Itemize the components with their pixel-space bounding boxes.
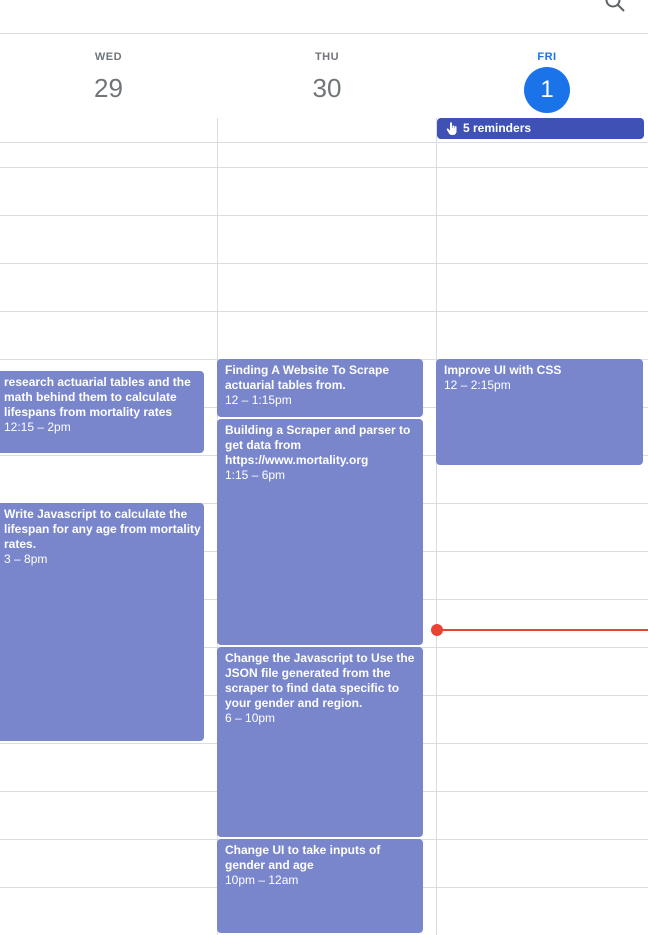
event-title: Finding A Website To Scrape actuarial ta…	[225, 363, 390, 392]
hour-gridline	[0, 215, 648, 216]
column-divider	[436, 118, 437, 935]
event-time: 3 – 8pm	[4, 552, 48, 566]
event-title: Building a Scraper and parser to get dat…	[225, 423, 411, 467]
current-time-line	[437, 629, 648, 631]
day-of-week: WED	[94, 51, 123, 63]
event-wed-write-javascript[interactable]: Write Javascript to calculate the lifesp…	[0, 503, 204, 741]
current-time-dot	[431, 624, 443, 636]
day-of-week-today: FRI	[537, 51, 557, 63]
event-thu-change-ui[interactable]: Change UI to take inputs of gender and a…	[217, 839, 423, 933]
hour-gridline	[0, 167, 648, 168]
all-day-divider	[0, 142, 648, 143]
event-wed-research[interactable]: research actuarial tables and the math b…	[0, 371, 204, 453]
event-time: 12 – 1:15pm	[225, 393, 292, 407]
day-number[interactable]: 30	[218, 73, 436, 104]
day-number-today[interactable]: 1	[524, 67, 570, 113]
day-of-week: THU	[314, 51, 340, 63]
event-title: Improve UI with CSS	[444, 363, 562, 377]
day-header-thu[interactable]: THU 30	[218, 33, 436, 143]
event-title: Change the Javascript to Use the JSON fi…	[225, 651, 415, 710]
day-header-wed[interactable]: WED 29	[0, 33, 217, 143]
hour-gridline	[0, 263, 648, 264]
event-time: 10pm – 12am	[225, 873, 299, 887]
event-title: research actuarial tables and the math b…	[4, 375, 191, 419]
event-time: 12:15 – 2pm	[4, 420, 71, 434]
event-thu-building-scraper[interactable]: Building a Scraper and parser to get dat…	[217, 419, 423, 645]
event-title: Change UI to take inputs of gender and a…	[225, 843, 381, 872]
event-fri-improve-ui[interactable]: Improve UI with CSS 12 – 2:15pm	[436, 359, 643, 465]
event-time: 12 – 2:15pm	[444, 378, 511, 392]
event-thu-change-javascript[interactable]: Change the Javascript to Use the JSON fi…	[217, 647, 423, 837]
top-bar	[0, 0, 648, 34]
day-number[interactable]: 29	[0, 73, 217, 104]
reminders-chip[interactable]: 5 reminders	[437, 118, 644, 139]
search-icon[interactable]	[604, 0, 626, 13]
event-time: 6 – 10pm	[225, 711, 276, 725]
reminders-label: 5 reminders	[463, 121, 532, 135]
hour-gridline	[0, 311, 648, 312]
event-title: Write Javascript to calculate the lifesp…	[4, 507, 201, 551]
event-time: 1:15 – 6pm	[225, 468, 286, 482]
event-thu-finding-website[interactable]: Finding A Website To Scrape actuarial ta…	[217, 359, 423, 417]
hand-pointer-icon	[446, 122, 457, 135]
